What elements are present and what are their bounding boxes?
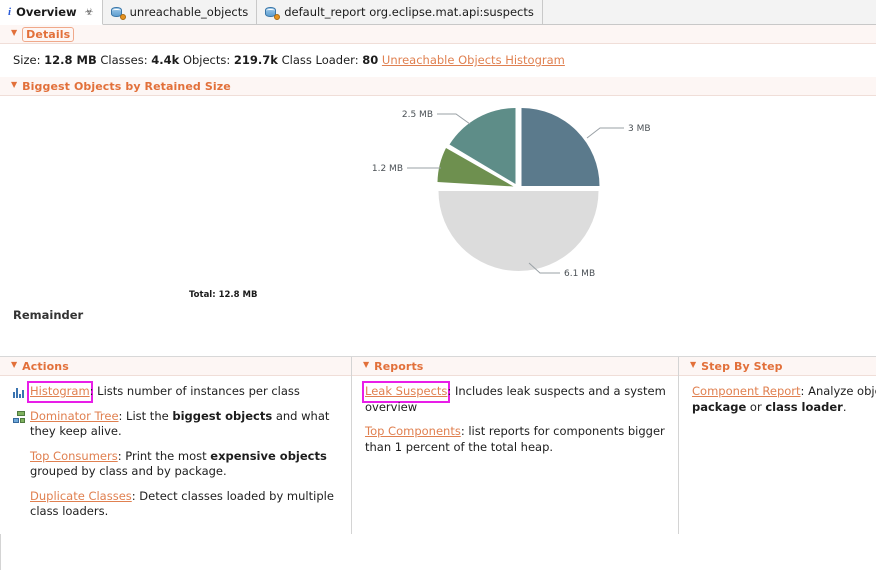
collapse-icon[interactable]: ▼: [11, 29, 17, 37]
component-report-desc-2: or: [746, 399, 766, 414]
top-consumers-desc-1: : Print the most: [117, 448, 211, 463]
pie-leader-3mb: [586, 127, 624, 139]
dominator-desc-bold: biggest objects: [172, 408, 273, 423]
reports-section-header[interactable]: ▼ Reports: [352, 357, 678, 376]
section-title: Details: [22, 26, 75, 42]
tab-label: Overview: [16, 5, 77, 19]
section-title: Reports: [374, 359, 424, 373]
histogram-desc: : Lists number of instances per class: [89, 384, 300, 398]
biggest-objects-section-header[interactable]: ▼ Biggest Objects by Retained Size: [0, 77, 876, 96]
pie-label-1-2mb: 1.2 MB: [372, 164, 403, 174]
dominator-tree-icon: [13, 410, 25, 423]
info-icon: i: [8, 6, 12, 18]
component-report-link[interactable]: Component Report: [692, 384, 801, 398]
component-report-desc-bold-1: package: [692, 399, 747, 414]
classes-value: 4.4k: [151, 53, 180, 67]
reports-list: Leak Suspects: Includes leak suspects an…: [352, 376, 678, 455]
actions-section-header[interactable]: ▼ Actions: [0, 357, 351, 376]
unreachable-objects-histogram-link[interactable]: Unreachable Objects Histogram: [382, 53, 565, 67]
bottom-panels: ▼ Actions Histogram: Lists number of ins…: [0, 356, 876, 534]
heap-dump-icon: [265, 6, 281, 20]
reports-panel: ▼ Reports Leak Suspects: Includes leak s…: [352, 357, 679, 534]
classes-label: Classes:: [100, 53, 148, 67]
leak-suspects-link-highlight: Leak Suspects: [361, 381, 451, 403]
pie-label-3mb: 3 MB: [628, 124, 651, 134]
actions-list: Histogram: Lists number of instances per…: [0, 376, 351, 520]
actions-panel: ▼ Actions Histogram: Lists number of ins…: [0, 357, 352, 534]
top-consumers-desc-2: grouped by class and by package.: [30, 464, 227, 478]
panel-left-rule: [0, 534, 1, 570]
section-title: Biggest Objects by Retained Size: [22, 79, 231, 93]
classloader-label: Class Loader:: [281, 53, 359, 67]
tab-label: unreachable_objects: [129, 5, 249, 19]
dominator-tree-link[interactable]: Dominator Tree: [30, 409, 119, 423]
component-report-desc-bold-2: class loader: [765, 399, 843, 414]
biggest-objects-section: ▼ Biggest Objects by Retained Size 3 MB …: [0, 77, 876, 356]
histogram-link[interactable]: Histogram: [30, 384, 90, 398]
collapse-icon[interactable]: ▼: [11, 81, 17, 89]
collapse-icon[interactable]: ▼: [11, 361, 17, 369]
heap-dump-icon: [110, 6, 126, 20]
chart-total-label: Total: 12.8 MB: [189, 290, 258, 300]
pie-label-2-5mb: 2.5 MB: [402, 110, 433, 120]
tab-label: default_report org.eclipse.mat.api:suspe…: [284, 5, 534, 19]
leak-suspects-link[interactable]: Leak Suspects: [365, 384, 447, 398]
histogram-icon: [13, 386, 25, 398]
pie-leader-2-5mb: [437, 113, 471, 125]
classloader-value: 80: [362, 53, 379, 67]
top-components-link[interactable]: Top Components: [365, 424, 461, 438]
top-consumers-desc-bold: expensive objects: [210, 448, 327, 463]
report-item-leak-suspects[interactable]: Leak Suspects: Includes leak suspects an…: [361, 381, 672, 415]
objects-value: 219.7k: [233, 53, 278, 67]
action-item-dominator-tree[interactable]: Dominator Tree: List the biggest objects…: [13, 409, 345, 440]
editor-tab-bar: i Overview ☣ unreachable_objects default…: [0, 0, 876, 25]
bottom-spacer: [0, 534, 876, 570]
step-item-component-report[interactable]: Component Report: Analyze objects packag…: [692, 384, 876, 415]
retained-size-pie-chart: 3 MB 2.5 MB 1.2 MB 6.1 MB Total: 12.8 MB…: [0, 96, 876, 356]
objects-label: Objects:: [182, 53, 231, 67]
details-section: ▼ Details Size: 12.8 MB Classes: 4.4k Ob…: [0, 25, 876, 67]
collapse-icon[interactable]: ▼: [690, 361, 696, 369]
dominator-desc-1: : List the: [118, 408, 173, 423]
histogram-link-highlight: Histogram: [27, 381, 93, 403]
section-title: Step By Step: [701, 359, 783, 373]
tab-unreachable-objects[interactable]: unreachable_objects: [102, 0, 258, 24]
tab-bar-filler: [542, 0, 876, 24]
details-body: Size: 12.8 MB Classes: 4.4k Objects: 219…: [0, 44, 876, 67]
action-item-duplicate-classes[interactable]: Duplicate Classes: Detect classes loaded…: [13, 489, 345, 520]
action-item-top-consumers[interactable]: Top Consumers: Print the most expensive …: [13, 449, 345, 480]
duplicate-classes-link[interactable]: Duplicate Classes: [30, 489, 132, 503]
component-report-desc-3: .: [842, 399, 847, 414]
close-icon[interactable]: ☣: [85, 7, 94, 18]
chart-legend-remainder: Remainder: [13, 308, 84, 322]
pie-slice-3mb[interactable]: [521, 108, 600, 186]
pie-chart-svg: 3 MB 2.5 MB 1.2 MB 6.1 MB: [372, 108, 651, 279]
details-line: Size: 12.8 MB Classes: 4.4k Objects: 219…: [13, 53, 876, 67]
size-value: 12.8 MB: [44, 53, 97, 67]
pie-slice-6-1mb[interactable]: [438, 191, 599, 271]
top-consumers-link[interactable]: Top Consumers: [30, 449, 118, 463]
section-title: Actions: [22, 359, 69, 373]
collapse-icon[interactable]: ▼: [363, 361, 369, 369]
size-label: Size:: [13, 53, 41, 67]
component-report-desc-1: : Analyze objects: [800, 384, 876, 398]
report-item-top-components[interactable]: Top Components: list reports for compone…: [365, 424, 672, 455]
tab-default-report[interactable]: default_report org.eclipse.mat.api:suspe…: [257, 0, 543, 24]
step-by-step-list: Component Report: Analyze objects packag…: [679, 376, 876, 415]
tab-overview[interactable]: i Overview ☣: [0, 0, 103, 25]
pie-label-6-1mb: 6.1 MB: [564, 269, 595, 279]
action-item-histogram[interactable]: Histogram: Lists number of instances per…: [13, 381, 345, 403]
step-by-step-panel: ▼ Step By Step Component Report: Analyze…: [679, 357, 876, 534]
details-section-header[interactable]: ▼ Details: [0, 25, 876, 44]
step-by-step-section-header[interactable]: ▼ Step By Step: [679, 357, 876, 376]
